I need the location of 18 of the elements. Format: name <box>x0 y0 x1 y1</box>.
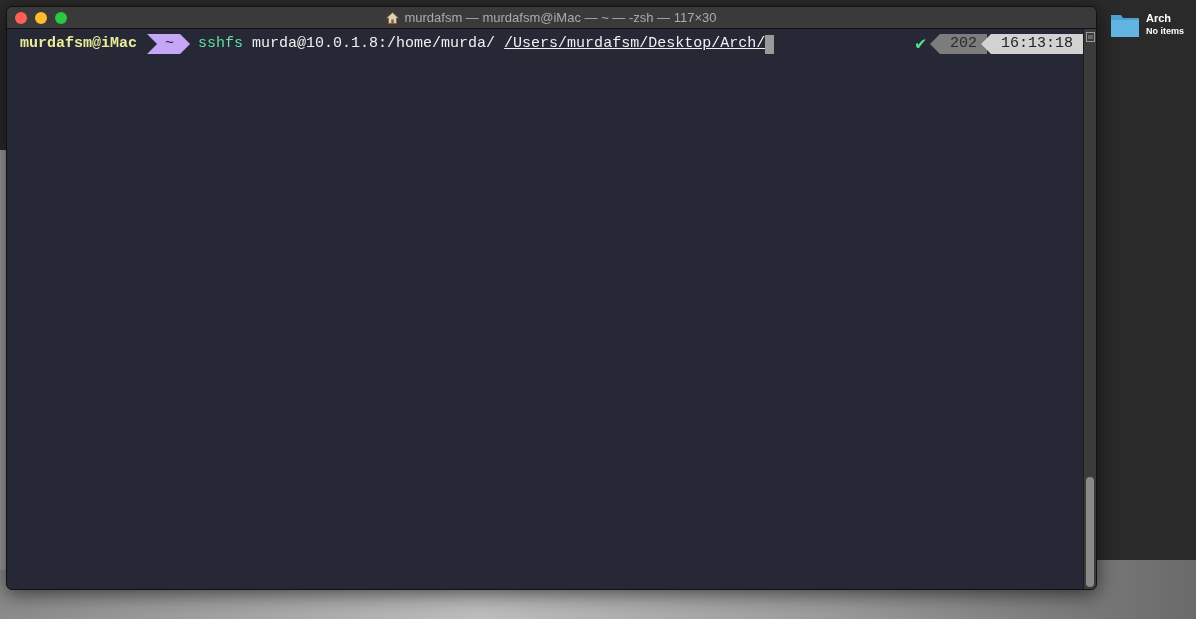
window-title: murdafsm — murdafsm@iMac — ~ — -zsh — 117×30 <box>404 8 717 27</box>
close-button[interactable] <box>15 12 27 24</box>
zoom-button[interactable] <box>55 12 67 24</box>
scroll-thumb[interactable] <box>1086 477 1094 587</box>
folder-icon[interactable] <box>1110 12 1140 38</box>
command-path-argument: /Users/murdafsm/Desktop/Arch/ <box>504 33 766 54</box>
check-icon: ✔ <box>915 30 926 58</box>
prompt-user-host: murdafsm@iMac <box>20 33 138 54</box>
split-pane-icon[interactable] <box>1085 32 1095 42</box>
folder-label: Arch <box>1146 12 1173 26</box>
minimize-button[interactable] <box>35 12 47 24</box>
house-icon <box>386 11 400 24</box>
command-name: sshfs <box>198 33 244 54</box>
text-cursor <box>765 34 775 54</box>
prompt-directory-segment: ~ <box>147 34 191 54</box>
prompt-time-segment: 16:13:18 <box>981 34 1083 54</box>
command-argument: murda@10.0.1.8:/home/murda/ <box>252 33 496 54</box>
folder-detail: No items <box>1146 25 1184 39</box>
